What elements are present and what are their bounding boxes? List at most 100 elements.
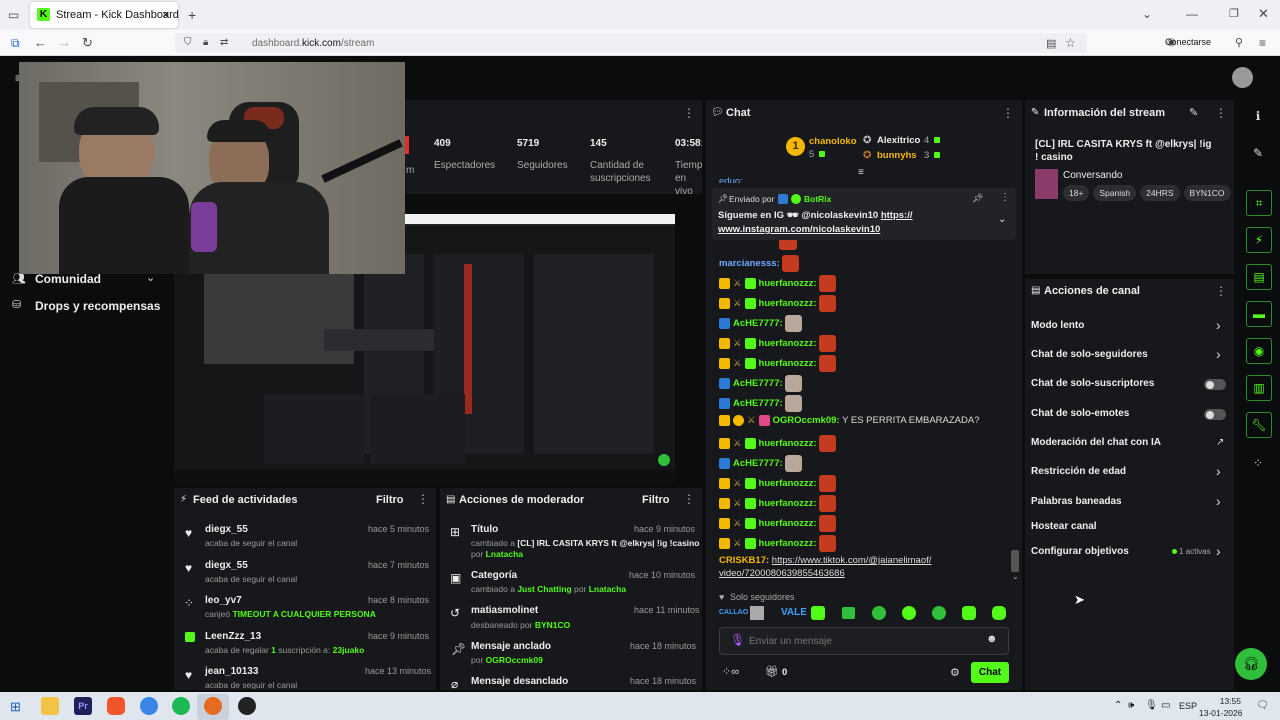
channel-action-label[interactable]: Chat de solo-emotes (1031, 408, 1129, 419)
chat-username[interactable]: huerfanozzz: (759, 538, 817, 549)
activity-user[interactable]: LeenZzz_13 (205, 631, 261, 642)
chat-username[interactable]: huerfanozzz: (759, 358, 817, 369)
nav-comunidad[interactable]: Comunidad (35, 272, 101, 286)
channel-action-label[interactable]: Palabras baneadas (1031, 496, 1122, 507)
emote-icon[interactable] (932, 606, 946, 620)
emote-icon[interactable] (962, 606, 976, 620)
pinned-link[interactable]: www.instagram.com/nicolaskevin10 (718, 224, 880, 235)
tab-list-chevron-icon[interactable]: ⌄ (1142, 7, 1152, 21)
chat-username[interactable]: AcHE7777: (733, 398, 783, 409)
clock-time[interactable]: 13:55 (1211, 696, 1241, 706)
chat-link-continued[interactable]: video/7200080639855463686 (719, 568, 845, 579)
network-icon[interactable]: ▭ (1161, 700, 1170, 711)
browser-tab[interactable]: K Stream - Kick Dashboard × (30, 2, 179, 28)
stream-info-more-icon[interactable]: ⋮ (1215, 106, 1227, 120)
channel-action-label[interactable]: Modo lento (1031, 320, 1084, 331)
category-name[interactable]: Conversando (1063, 170, 1122, 181)
broadcast-icon[interactable]: ◉ (1246, 338, 1272, 364)
shield-icon[interactable]: ⛉ (184, 37, 192, 48)
minimize-icon[interactable]: — (1186, 7, 1198, 21)
chat-username[interactable]: AcHE7777: (733, 458, 783, 469)
nav-drops[interactable]: Drops y recompensas (35, 299, 160, 313)
pinned-author[interactable]: BotRix (804, 194, 831, 204)
chat-username[interactable]: AcHE7777: (733, 378, 783, 389)
close-tab-icon[interactable]: × (162, 7, 170, 22)
emote-icon[interactable] (811, 606, 825, 620)
channel-action-label[interactable]: Hostear canal (1031, 521, 1097, 532)
chevron-right-icon[interactable]: › (1216, 346, 1221, 362)
reader-mode-icon[interactable]: ▤ (1046, 37, 1056, 50)
bolt-icon[interactable]: ⚡︎ (1246, 227, 1272, 253)
volume-icon[interactable]: 🕪︎ (1128, 700, 1134, 711)
chat-username[interactable]: huerfanozzz: (759, 518, 817, 529)
scroll-down-icon[interactable]: ⌄ (1012, 572, 1019, 581)
leader-name[interactable]: chanoloko (809, 136, 857, 147)
windows-start-icon[interactable]: ⊞ (10, 699, 21, 715)
info-icon[interactable]: ℹ (1250, 109, 1266, 125)
channel-action-label[interactable]: Restricción de edad (1031, 466, 1126, 477)
mod-filter-button[interactable]: Filtro (642, 494, 670, 506)
chat-username[interactable]: huerfanozzz: (759, 278, 817, 289)
chat-username[interactable]: huerfanozzz: (759, 338, 817, 349)
channel-actions-more-icon[interactable]: ⋮ (1215, 284, 1227, 298)
spotify-icon[interactable] (172, 697, 190, 715)
external-link-icon[interactable]: ↗ (1216, 437, 1224, 448)
url-text[interactable]: dashboard.kick.com/stream (252, 38, 374, 49)
settings-gear-icon[interactable]: ⚙ (950, 666, 960, 679)
chat-username[interactable]: huerfanozzz: (759, 298, 817, 309)
chevron-right-icon[interactable]: › (1216, 463, 1221, 479)
activity-user[interactable]: diegx_55 (205, 524, 248, 535)
chevron-right-icon[interactable]: › (1216, 493, 1221, 509)
chat-username[interactable]: marcianesss: (719, 258, 780, 269)
activity-more-icon[interactable]: ⋮ (417, 492, 429, 506)
toggle-switch[interactable] (1204, 379, 1226, 390)
support-headset-icon[interactable]: 🎧︎ (1235, 648, 1267, 680)
microphone-icon[interactable]: 🎙︎ (1145, 700, 1158, 711)
chat-message-input[interactable] (749, 633, 969, 649)
channel-action-label[interactable]: Chat de solo-suscriptores (1031, 378, 1154, 389)
edit-icon[interactable]: ✎ (1189, 106, 1198, 119)
chat-more-icon[interactable]: ⋮ (1002, 106, 1014, 120)
emote-icon[interactable] (872, 606, 886, 620)
bookmark-star-icon[interactable]: ☆ (1065, 36, 1076, 50)
tab-overview-icon[interactable]: ▭ (8, 8, 19, 22)
tray-chevron-icon[interactable]: ⌃ (1114, 700, 1122, 711)
emote-icon[interactable] (750, 606, 764, 620)
pin-icon[interactable]: 📌︎ (972, 193, 983, 204)
emoji-icon[interactable]: ☻ (986, 633, 998, 645)
chevron-right-icon[interactable]: › (1216, 543, 1221, 559)
document-icon[interactable]: ▤ (1246, 264, 1272, 290)
emote-icon[interactable]: CALLAO (719, 609, 748, 616)
notifications-icon[interactable]: 🗨︎ (1256, 700, 1269, 711)
mod-action-name[interactable]: matiasmolinet (471, 605, 538, 616)
chat-scrollbar[interactable] (1011, 550, 1019, 572)
chat-username[interactable]: huerfanozzz: (759, 478, 817, 489)
send-chat-button[interactable]: Chat (971, 662, 1009, 683)
obs-icon[interactable] (238, 697, 256, 715)
activity-filter-button[interactable]: Filtro (376, 494, 404, 506)
file-explorer-icon[interactable] (41, 697, 59, 715)
connect-button[interactable]: Conectarse (1165, 37, 1211, 47)
emote-icon[interactable] (842, 607, 855, 619)
leader-name[interactable]: bunnyhs (877, 150, 917, 161)
chevron-right-icon[interactable]: › (1216, 317, 1221, 333)
chat-username[interactable]: huerfanozzz: (759, 498, 817, 509)
user-avatar[interactable] (1232, 67, 1253, 88)
extensions-icon[interactable]: ⚲ (1235, 36, 1243, 49)
emote-icon[interactable]: VALE (781, 607, 807, 618)
points-icon[interactable]: ⁘ (1250, 456, 1266, 472)
gift-box-icon[interactable]: 🎁︎ (765, 665, 779, 678)
new-tab-icon[interactable]: + (188, 7, 196, 23)
close-window-icon[interactable]: ✕ (1258, 6, 1269, 22)
activity-user[interactable]: diegx_55 (205, 560, 248, 571)
firefox-icon[interactable] (204, 697, 222, 715)
screenshot-icon[interactable]: ⌗ (1246, 190, 1272, 216)
restore-icon[interactable]: ❐ (1229, 7, 1239, 20)
chat-bubble-icon[interactable]: ▬ (1246, 301, 1272, 327)
lock-icon[interactable]: 🔒︎ (203, 37, 208, 48)
forward-arrow-icon[interactable]: → (58, 35, 71, 50)
pinned-more-icon[interactable]: ⋮ (1000, 192, 1010, 203)
chat-username[interactable]: OGROccmk09: (773, 415, 840, 426)
layout-icon[interactable]: ▥ (1246, 375, 1272, 401)
activity-user[interactable]: leo_yv7 (205, 595, 242, 606)
